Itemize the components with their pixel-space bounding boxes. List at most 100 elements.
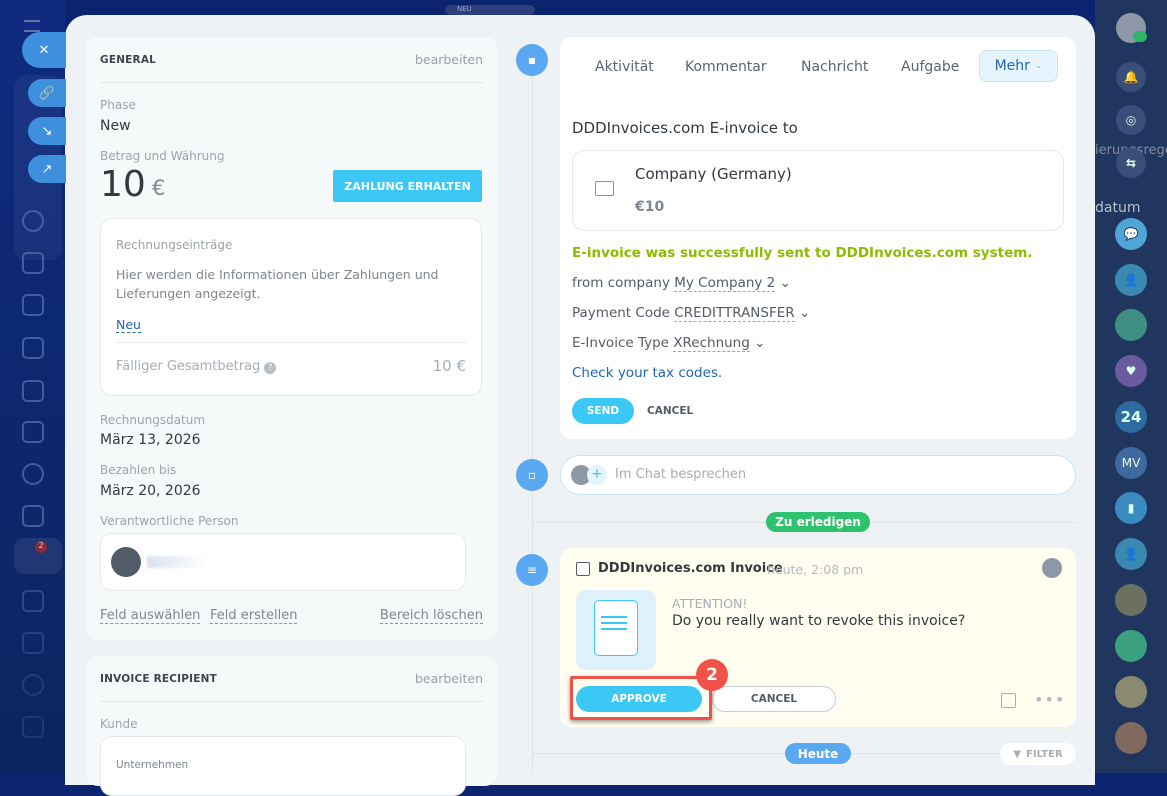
b24-avatar[interactable]: 24 <box>1115 401 1147 433</box>
chat-input[interactable]: + Im Chat besprechen <box>560 455 1076 495</box>
edit-link[interactable]: bearbeiten <box>415 52 483 67</box>
payment-code-select[interactable]: CREDITTRANSFER <box>674 305 795 322</box>
document-icon: ≡ <box>516 554 548 586</box>
top-new-badge: NEU <box>445 5 535 15</box>
company-name: Company (Germany) <box>635 165 792 183</box>
einvoice-type-select[interactable]: XRechnung <box>673 335 750 352</box>
invoice-items-box: Rechnungseinträge Hier werden die Inform… <box>100 218 482 396</box>
automation-icon[interactable]: ◎ <box>1116 105 1146 135</box>
phase-value[interactable]: New <box>100 118 131 134</box>
cancel-button[interactable]: CANCEL <box>647 405 693 417</box>
create-field-link[interactable]: Feld erstellen <box>210 608 298 624</box>
activity-title[interactable]: DDDInvoices.com Invoice <box>598 561 783 576</box>
attention-label: ATTENTION! <box>672 596 748 611</box>
cart-icon[interactable] <box>22 716 44 738</box>
success-message: E-invoice was successfully sent to DDDIn… <box>572 245 1033 261</box>
invoice-recipient-section: INVOICE RECIPIENT bearbeiten Kunde Unter… <box>86 656 497 796</box>
phase-label: Phase <box>100 98 136 112</box>
amount-value: 10 <box>100 164 146 205</box>
author-avatar <box>1042 558 1062 578</box>
minimize-button[interactable]: ↘ <box>28 117 66 145</box>
news-avatar[interactable] <box>1115 630 1147 662</box>
chevron-down-icon: ⌄ <box>779 275 791 291</box>
tab-more[interactable]: Mehr ⌄ <box>979 50 1058 82</box>
chat-placeholder: Im Chat besprechen <box>615 467 747 482</box>
contacts-icon[interactable] <box>22 463 44 485</box>
tax-codes-link[interactable]: Check your tax codes. <box>572 365 722 381</box>
planner-icon[interactable] <box>22 590 44 612</box>
tab-message[interactable]: Nachricht <box>801 59 868 75</box>
contact-avatar[interactable]: 👤 <box>1115 264 1147 296</box>
presentation-icon[interactable] <box>22 337 44 359</box>
cancel-button[interactable]: CANCEL <box>712 686 836 712</box>
company-icon <box>595 181 614 196</box>
hexagon-icon[interactable] <box>22 210 44 232</box>
bookmark-avatar[interactable]: ▮ <box>1115 492 1147 524</box>
chevron-down-icon: ⌄ <box>798 305 811 321</box>
chevron-down-icon: ⌄ <box>1034 61 1043 71</box>
complete-checkbox[interactable] <box>576 562 590 576</box>
currency: € <box>152 176 166 200</box>
card-icon[interactable] <box>22 380 44 402</box>
select-field-link[interactable]: Feld auswählen <box>100 608 201 624</box>
person-avatar[interactable] <box>1115 676 1147 708</box>
add-icon[interactable]: + <box>587 465 607 485</box>
sync-icon[interactable]: ⇆ <box>1116 148 1146 178</box>
company-amount: €10 <box>635 199 665 215</box>
menu-icon[interactable] <box>24 20 40 32</box>
contact-avatar[interactable]: 👤 <box>1115 538 1147 570</box>
invoice-date-label: Rechnungsdatum <box>100 413 206 427</box>
target-icon[interactable] <box>22 674 44 696</box>
new-label: NEU <box>457 5 472 13</box>
tab-task[interactable]: Aufgabe <box>901 59 959 75</box>
filter-icon: ▼ <box>1013 748 1022 760</box>
tasks-icon[interactable] <box>22 505 44 527</box>
amount-label: Betrag und Währung <box>100 149 225 163</box>
chevron-down-icon: ⌄ <box>754 335 766 351</box>
invoice-date[interactable]: März 13, 2026 <box>100 432 201 448</box>
customer-label: Kunde <box>100 717 138 731</box>
nav-badge: 2 <box>35 541 47 553</box>
total-value: 10 € <box>432 357 466 375</box>
delete-section-link[interactable]: Bereich löschen <box>379 608 483 624</box>
heart-avatar[interactable]: ♥ <box>1115 355 1147 387</box>
group-avatar[interactable] <box>1115 309 1147 341</box>
from-company-select[interactable]: My Company 2 <box>674 275 776 292</box>
responsible-person-field[interactable] <box>100 533 466 591</box>
today-divider: Heute <box>785 743 851 764</box>
filter-label: FILTER <box>1026 748 1063 760</box>
store-icon[interactable] <box>22 632 44 654</box>
more-options-icon[interactable]: ••• <box>1034 690 1065 709</box>
payment-received-button[interactable]: ZAHLUNG ERHALTEN <box>333 170 482 202</box>
calendar-icon[interactable] <box>22 252 44 274</box>
send-button[interactable]: SEND <box>572 398 634 424</box>
chat-icon: ▫ <box>516 459 548 491</box>
items-title: Rechnungseinträge <box>116 238 233 252</box>
filter-button[interactable]: ▼ FILTER <box>1000 743 1076 765</box>
edit-link[interactable]: bearbeiten <box>415 671 483 686</box>
new-item-link[interactable]: Neu <box>116 317 141 333</box>
person-avatar[interactable] <box>1115 584 1147 616</box>
editor-heading: DDDInvoices.com E-invoice to <box>572 119 798 137</box>
person-avatar[interactable] <box>1115 722 1147 754</box>
copy-link-button[interactable]: 🔗 <box>28 79 66 107</box>
company-card[interactable]: Company (Germany) €10 <box>572 150 1064 231</box>
document-icon[interactable] <box>22 294 44 316</box>
mv-avatar[interactable]: MV <box>1115 447 1147 479</box>
note-icon[interactable] <box>1001 693 1016 708</box>
user-avatar <box>111 547 141 577</box>
due-date[interactable]: März 20, 2026 <box>100 483 201 499</box>
notifications-icon[interactable]: 🔔 <box>1116 62 1146 92</box>
help-icon[interactable]: ? <box>264 362 276 374</box>
payment-code-label: Payment Code <box>572 305 670 321</box>
close-button[interactable]: ✕ <box>22 32 66 68</box>
comment-icon: ▪ <box>516 44 548 76</box>
mail-icon[interactable] <box>22 421 44 443</box>
total-label: Fälliger Gesamtbetrag <box>116 359 261 374</box>
chat-avatar[interactable]: 💬 <box>1115 218 1147 250</box>
step-badge: 2 <box>696 659 728 691</box>
open-new-window-button[interactable]: ↗ <box>28 155 66 183</box>
more-label: Mehr <box>994 58 1030 74</box>
tab-comment[interactable]: Kommentar <box>685 59 767 75</box>
tab-activity[interactable]: Aktivität <box>595 59 654 75</box>
